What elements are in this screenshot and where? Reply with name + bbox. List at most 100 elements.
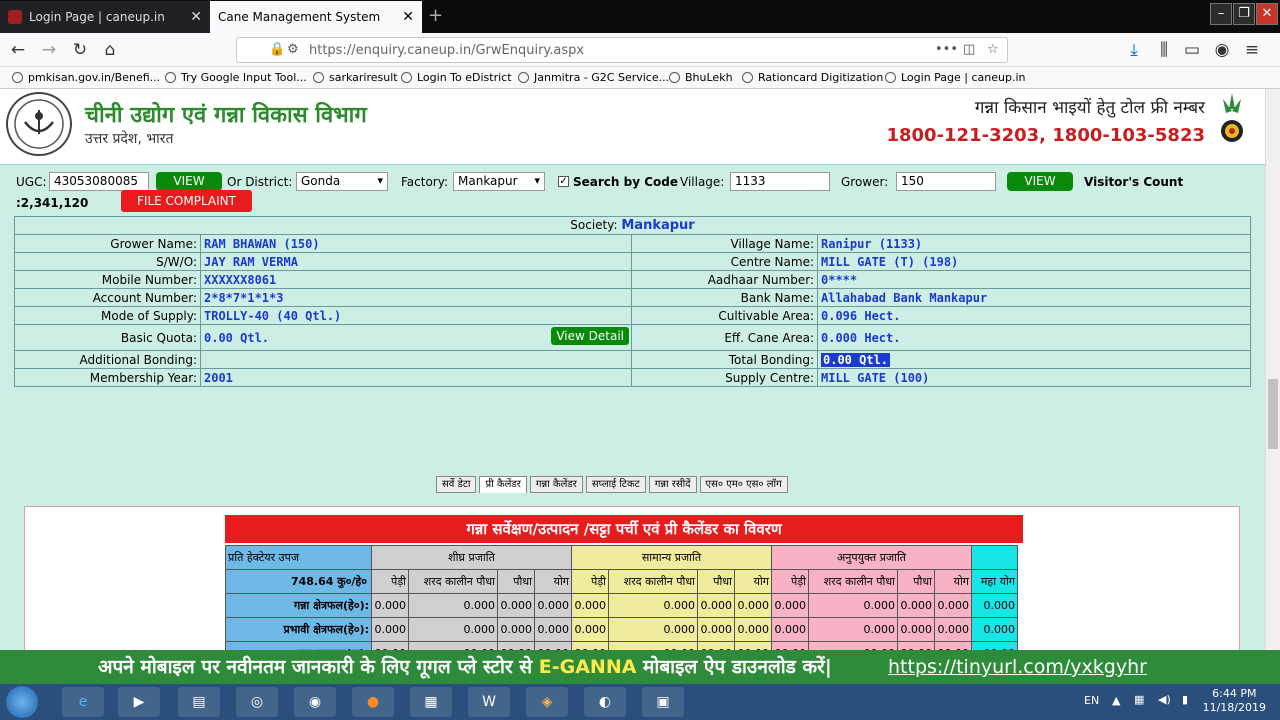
back-icon[interactable]: ←: [6, 38, 30, 62]
minimize-icon[interactable]: –: [1210, 3, 1232, 25]
language-indicator[interactable]: EN: [1084, 694, 1099, 707]
firefox-icon[interactable]: ●: [352, 687, 394, 717]
tab-survey-data[interactable]: सर्वे डेटा: [436, 476, 477, 493]
tab-label: Cane Management System: [218, 10, 381, 24]
network-icon[interactable]: ▦: [1134, 693, 1144, 706]
home-icon[interactable]: ⌂: [98, 38, 122, 62]
page-icon: [313, 72, 324, 83]
grand-total-cell: 00.00: [971, 641, 1018, 650]
view-detail-button[interactable]: View Detail: [551, 327, 629, 345]
new-tab-icon[interactable]: +: [428, 5, 443, 26]
view-grower-button[interactable]: VIEW: [1007, 172, 1073, 191]
grid-cell: 0.000: [934, 593, 972, 618]
pocket-icon[interactable]: ◫: [963, 42, 975, 57]
tab-supply-ticket[interactable]: सप्लाई टिकट: [585, 476, 646, 493]
tab-cane-receipts[interactable]: गन्ना रसीदें: [648, 476, 697, 493]
browser-nav-bar: ← → ↻ ⌂ 🔒 ⚙ https://enquiry.caneup.in/Gr…: [0, 33, 1280, 67]
permissions-icon[interactable]: ⚙: [287, 42, 299, 57]
grid-cell: 00.00: [534, 641, 572, 650]
ugc-label: UGC:: [16, 175, 47, 189]
photo-viewer-icon[interactable]: ▣: [642, 687, 684, 717]
bookmark-item[interactable]: Login To eDistrict: [401, 71, 512, 84]
menu-icon[interactable]: ≡: [1240, 38, 1264, 62]
ugc-input[interactable]: 43053080085: [49, 172, 149, 191]
file-complaint-button[interactable]: FILE COMPLAINT: [121, 190, 252, 212]
society-value: Mankapur: [621, 218, 695, 233]
bookmark-item[interactable]: Login Page | caneup.in: [885, 71, 1026, 84]
control-panel-icon[interactable]: ▦: [410, 687, 452, 717]
url-bar[interactable]: 🔒 ⚙ https://enquiry.caneup.in/GrwEnquiry…: [236, 37, 1008, 63]
grid-cell: 0.000: [934, 617, 972, 642]
ie-icon[interactable]: e: [62, 687, 104, 717]
search-by-code-checkbox[interactable]: ✓: [558, 176, 569, 187]
app-download-link[interactable]: https://tinyurl.com/yxkgyhr: [888, 650, 1147, 684]
pdf-icon[interactable]: ◈: [526, 687, 568, 717]
calendar-title: गन्ना सर्वेक्षण/उत्पादन /सट्टा पर्ची एवं…: [225, 515, 1023, 543]
visitor-count-label: Visitor's Count: [1084, 175, 1184, 189]
tab-pre-calendar[interactable]: प्री कैलेंडर: [479, 476, 527, 493]
scrollbar-thumb[interactable]: [1268, 379, 1278, 449]
chrome-icon[interactable]: ◉: [294, 687, 336, 717]
grid-cell: 00.00: [571, 641, 609, 650]
volume-icon[interactable]: ◀): [1158, 693, 1171, 706]
village-input[interactable]: 1133: [730, 172, 830, 191]
grand-total-cell: 0.000: [971, 617, 1018, 642]
factory-label: Factory:: [401, 175, 449, 189]
grid-cell: 0.000: [808, 617, 898, 642]
account-icon[interactable]: ◉: [1210, 38, 1234, 62]
table-row: गन्ना क्षेत्रफल(हे०): 0.000 0.000 0.000 0.00…: [225, 593, 1018, 618]
windows-taskbar: e ▶ ▤ ◎ ◉ ● ▦ W ◈ ◐ ▣ EN ▲ ▦ ◀) ▮ 6:44 P…: [0, 684, 1280, 720]
battery-icon[interactable]: ▮: [1182, 693, 1188, 706]
view-ugc-button[interactable]: VIEW: [156, 172, 222, 191]
bookmark-item[interactable]: BhuLekh: [669, 71, 733, 84]
globe-icon: [742, 72, 753, 83]
bookmark-item[interactable]: Try Google Input Tool...: [165, 71, 307, 84]
bookmark-item[interactable]: Janmitra - G2C Service...: [518, 71, 669, 84]
tab-sms-log[interactable]: एस० एम० एस० लॉग: [699, 476, 788, 493]
library-icon[interactable]: ⫼: [1152, 38, 1176, 62]
page-scrollbar[interactable]: [1265, 89, 1280, 650]
sidebar-icon[interactable]: ▭: [1180, 38, 1204, 62]
department-title: चीनी उद्योग एवं गन्ना विकास विभाग: [85, 103, 367, 128]
camera-icon[interactable]: ◐: [584, 687, 626, 717]
app-name: E-GANNA: [538, 656, 637, 678]
media-app-icon[interactable]: ◎: [236, 687, 278, 717]
page-icon: [518, 72, 529, 83]
bookmark-star-icon[interactable]: ☆: [987, 42, 999, 57]
table-row: Additional Bonding: Total Bonding: 0.00 Qt…: [14, 350, 1251, 369]
word-icon[interactable]: W: [468, 687, 510, 717]
society-row: Society: Mankapur: [14, 216, 1251, 235]
close-tab-icon[interactable]: ✕: [190, 9, 202, 25]
tab-cane-management[interactable]: Cane Management System ✕: [210, 1, 422, 33]
tray-arrow-icon[interactable]: ▲: [1112, 694, 1120, 707]
grid-cell: 0.000: [534, 617, 572, 642]
factory-select[interactable]: Mankapur: [453, 172, 545, 191]
tab-cane-calendar[interactable]: गन्ना कैलेंडर: [529, 476, 583, 493]
bookmark-item[interactable]: pmkisan.gov.in/Benefi...: [12, 71, 160, 84]
grid-cell: 00.00: [771, 641, 809, 650]
close-window-icon[interactable]: ✕: [1256, 3, 1278, 25]
media-player-icon[interactable]: ▶: [118, 687, 160, 717]
forward-icon[interactable]: →: [37, 38, 61, 62]
reload-icon[interactable]: ↻: [68, 38, 92, 62]
tab-login-page[interactable]: Login Page | caneup.in ✕: [0, 1, 210, 33]
grid-cell: 0.000: [697, 593, 735, 618]
district-select[interactable]: Gonda: [296, 172, 388, 191]
table-row: Mode of Supply: TROLLY-40 (40 Qtl.) Cultiv…: [14, 306, 1251, 325]
grid-cell: 00.00: [897, 641, 935, 650]
system-clock[interactable]: 6:44 PM 11/18/2019: [1203, 687, 1266, 715]
close-tab-icon[interactable]: ✕: [402, 9, 414, 25]
grid-cell: 0.000: [808, 593, 898, 618]
grid-cell: 0.000: [897, 617, 935, 642]
grower-input[interactable]: 150: [896, 172, 996, 191]
restore-icon[interactable]: ❐: [1233, 3, 1255, 25]
grid-cell: 00.00: [697, 641, 735, 650]
bookmark-item[interactable]: sarkariresult: [313, 71, 398, 84]
download-icon[interactable]: ⤓: [1122, 38, 1146, 62]
page-actions-icon[interactable]: •••: [935, 42, 958, 57]
grid-cell: 0.000: [497, 617, 535, 642]
file-explorer-icon[interactable]: ▤: [178, 687, 220, 717]
bookmark-item[interactable]: Rationcard Digitization: [742, 71, 883, 84]
start-button-icon[interactable]: [6, 686, 38, 718]
grid-cell: 00.00: [371, 641, 409, 650]
